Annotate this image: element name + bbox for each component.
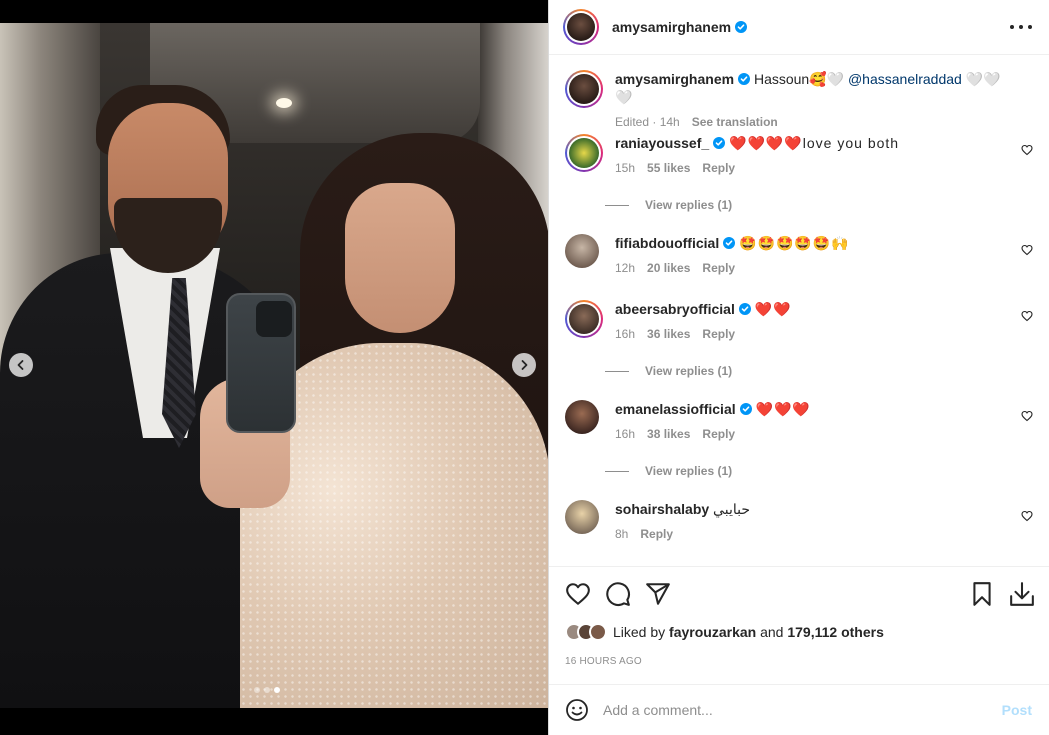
view-replies-button[interactable]: View replies (1) <box>605 364 732 378</box>
carousel-dot-active <box>274 687 280 693</box>
reply-button[interactable]: Reply <box>640 525 673 543</box>
likes-summary: Liked by fayrouzarkan and 179,112 others <box>565 623 884 641</box>
heart-icon[interactable] <box>565 581 591 607</box>
comment-likes-count[interactable]: 36 likes <box>647 325 690 343</box>
likes-mid: and <box>756 624 788 640</box>
likes-text: Liked by fayrouzarkan and 179,112 others <box>613 624 884 640</box>
comment-avatar[interactable] <box>565 500 599 534</box>
post-comment-button[interactable]: Post <box>1002 702 1032 718</box>
heart-icon[interactable] <box>1021 144 1033 156</box>
view-replies-label: View replies (1) <box>645 364 733 378</box>
comment-text: ❤️❤️❤️❤️love you both <box>729 135 900 151</box>
avatar <box>565 234 599 268</box>
chevron-left-icon <box>17 360 24 370</box>
comment-avatar[interactable] <box>565 134 603 172</box>
liker-avatar <box>589 623 607 641</box>
post-photo[interactable] <box>0 23 548 708</box>
carousel-dot <box>264 687 270 693</box>
carousel-dot <box>254 687 260 693</box>
media-pane <box>0 0 548 735</box>
verified-icon <box>713 137 726 149</box>
view-replies-label: View replies (1) <box>645 464 733 478</box>
comment-likes-count[interactable]: 38 likes <box>647 425 690 443</box>
carousel-prev-button[interactable] <box>9 353 33 377</box>
chevron-right-icon <box>521 360 528 370</box>
avatar <box>565 400 599 434</box>
comment-username[interactable]: fifiabdouofficial <box>615 235 719 251</box>
comment-time: 16h <box>615 327 636 341</box>
post-side-panel: amysamirghanem amysamirghanem Hassoun🥰🤍 … <box>548 0 1049 735</box>
comment-avatar[interactable] <box>565 234 599 268</box>
view-replies-label: View replies (1) <box>645 198 733 212</box>
comment-icon[interactable] <box>605 581 631 607</box>
comment-text: حبايبي <box>713 501 750 517</box>
comment-time: 8h <box>615 527 629 541</box>
comment-avatar[interactable] <box>565 300 603 338</box>
comment-username[interactable]: sohairshalaby <box>615 501 709 517</box>
verified-icon <box>735 21 748 33</box>
comment-likes-count[interactable]: 55 likes <box>647 159 690 177</box>
reply-button[interactable]: Reply <box>702 159 735 177</box>
avatar <box>567 13 595 41</box>
comment-composer: Post <box>549 684 1049 735</box>
caption-edited-time: Edited · 14h <box>615 115 680 129</box>
likes-count-link[interactable]: 179,112 others <box>787 624 884 640</box>
verified-icon <box>738 73 751 85</box>
comment-time: 12h <box>615 261 636 275</box>
instagram-post-modal: amysamirghanem amysamirghanem Hassoun🥰🤍 … <box>0 0 1049 735</box>
share-icon[interactable] <box>645 581 671 607</box>
comment-text: ❤️❤️❤️ <box>755 401 811 417</box>
reply-button[interactable]: Reply <box>702 325 735 343</box>
heart-icon[interactable] <box>1021 310 1033 322</box>
comment-username[interactable]: raniayoussef_ <box>615 135 709 151</box>
reply-button[interactable]: Reply <box>702 259 735 277</box>
post-timestamp: 16 HOURS AGO <box>565 656 642 667</box>
liked-by-user-link[interactable]: fayrouzarkan <box>669 624 756 640</box>
reply-button[interactable]: Reply <box>702 425 735 443</box>
verified-icon <box>738 303 751 315</box>
view-replies-button[interactable]: View replies (1) <box>605 464 732 478</box>
comment-username[interactable]: abeersabryofficial <box>615 301 735 317</box>
bookmark-icon[interactable] <box>969 581 995 607</box>
likes-prefix: Liked by <box>613 624 670 640</box>
comment-avatar[interactable] <box>565 400 599 434</box>
comment-text: 🤩🤩🤩🤩🤩🙌 <box>739 235 850 251</box>
comment-text: ❤️❤️ <box>754 301 792 317</box>
see-translation-button[interactable]: See translation <box>692 113 778 131</box>
heart-icon[interactable] <box>1021 244 1033 256</box>
post-actions: Liked by fayrouzarkan and 179,112 others… <box>549 566 1049 684</box>
comment-time: 15h <box>615 161 636 175</box>
carousel-indicator <box>254 687 280 693</box>
view-replies-button[interactable]: View replies (1) <box>605 198 732 212</box>
carousel-next-button[interactable] <box>512 353 536 377</box>
heart-icon[interactable] <box>1021 410 1033 422</box>
comment-likes-count[interactable]: 20 likes <box>647 259 690 277</box>
post-header: amysamirghanem <box>549 0 1049 55</box>
author-avatar-ring[interactable] <box>563 9 599 45</box>
avatar <box>569 304 599 334</box>
comment-input[interactable] <box>603 702 983 718</box>
avatar <box>565 500 599 534</box>
more-options-icon[interactable] <box>1010 17 1032 37</box>
download-icon[interactable] <box>1009 581 1035 607</box>
heart-icon[interactable] <box>1021 510 1033 522</box>
verified-icon <box>723 237 736 249</box>
caption-mention-link[interactable]: @hassanelraddad <box>848 71 962 87</box>
comment-username[interactable]: emanelassiofficial <box>615 401 736 417</box>
caption-avatar[interactable] <box>565 70 603 108</box>
comment-time: 16h <box>615 427 636 441</box>
caption-text: Hassoun🥰🤍 <box>753 71 848 87</box>
avatar <box>569 74 599 104</box>
author-username[interactable]: amysamirghanem <box>612 19 731 35</box>
avatar <box>569 138 599 168</box>
emoji-icon[interactable] <box>565 698 589 722</box>
verified-icon <box>739 403 752 415</box>
comments-list: amysamirghanem Hassoun🥰🤍 @hassanelraddad… <box>549 56 1049 566</box>
caption-username[interactable]: amysamirghanem <box>615 71 734 87</box>
